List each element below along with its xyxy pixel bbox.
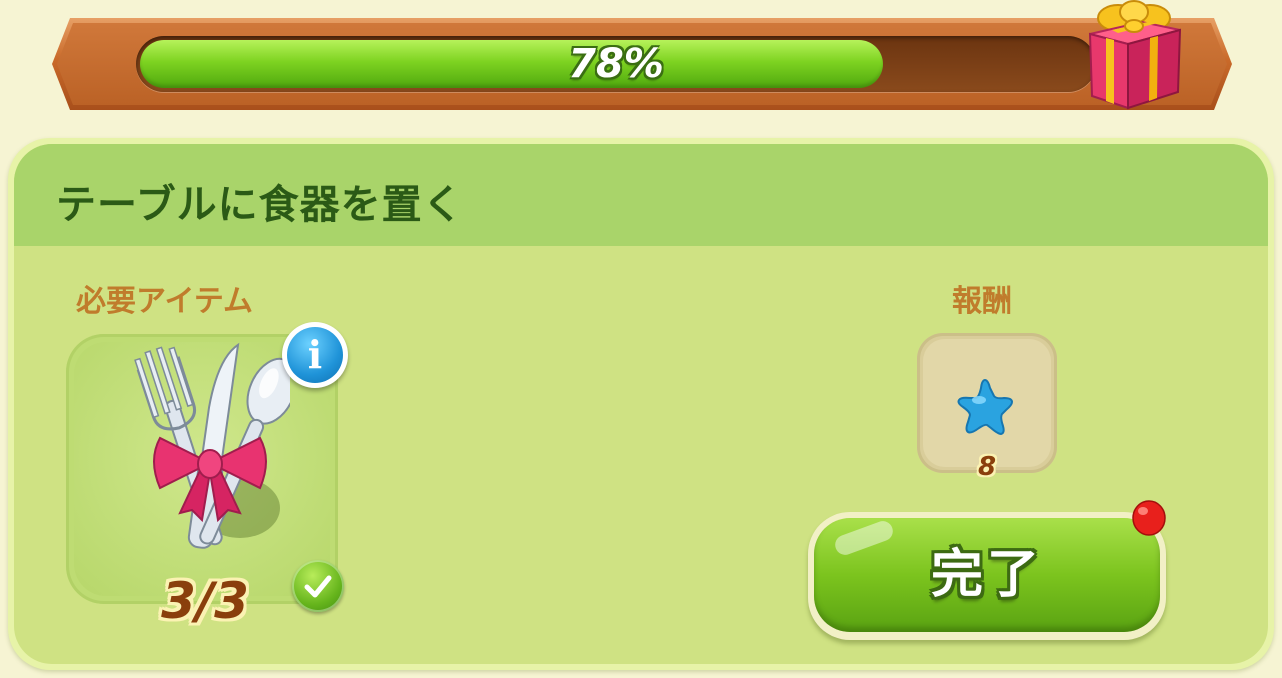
required-items-label: 必要アイテム — [76, 284, 253, 319]
progress-label: 78% — [568, 41, 664, 87]
progress-bar: 78% — [136, 36, 1096, 92]
complete-button-label: 完了 — [930, 545, 1043, 605]
quest-header: テーブルに食器を置く — [14, 144, 1268, 246]
blue-star-icon — [957, 378, 1014, 436]
gift-box-icon[interactable] — [1082, 0, 1186, 112]
required-item-count: 3/3 — [161, 572, 249, 630]
info-icon: i — [287, 327, 343, 383]
info-button[interactable]: i — [282, 322, 348, 388]
complete-button-face: 完了 — [814, 518, 1160, 632]
complete-button[interactable]: 完了 — [808, 512, 1166, 640]
notification-balloon-icon — [1132, 500, 1166, 536]
reward-label: 報酬 — [952, 284, 1012, 319]
check-icon — [292, 560, 344, 612]
cutlery-with-bow-icon — [134, 342, 290, 549]
reward-amount: 8 — [977, 452, 997, 482]
quest-title: テーブルに食器を置く — [56, 182, 464, 228]
